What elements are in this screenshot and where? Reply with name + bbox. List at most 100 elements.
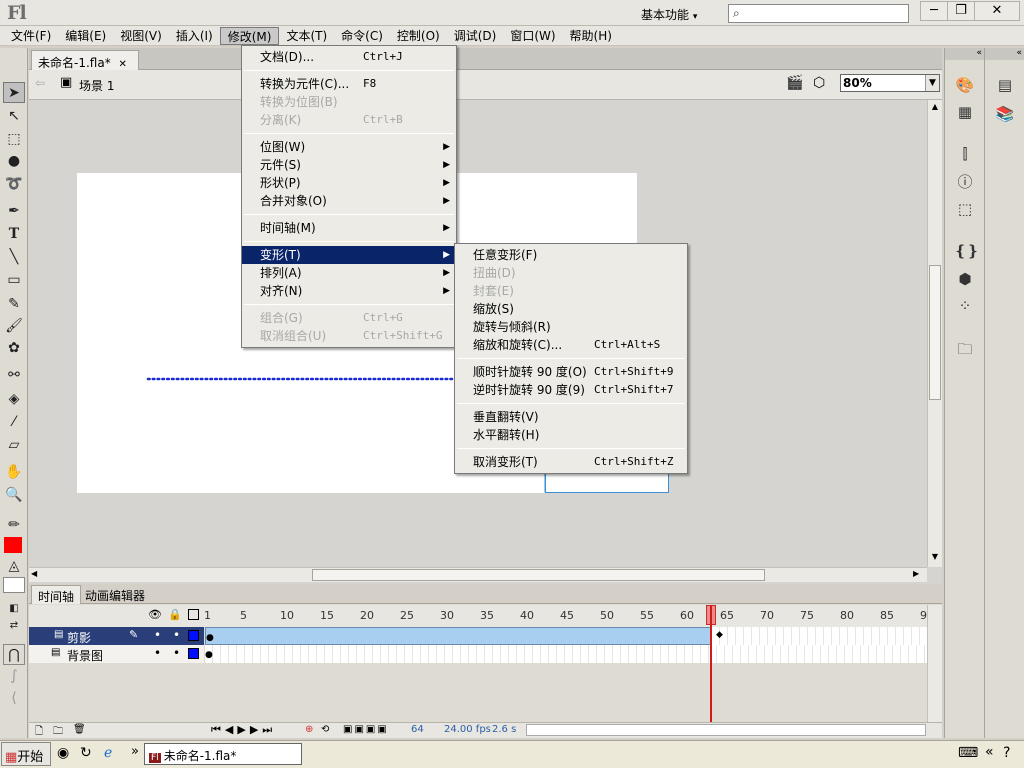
line-tool-icon[interactable]: ╲ bbox=[3, 247, 25, 268]
menu-modify[interactable]: 修改(M) bbox=[219, 26, 280, 45]
fill-color-icon[interactable]: ◬ bbox=[3, 556, 25, 577]
timeline-hscroll[interactable] bbox=[526, 724, 926, 736]
playhead[interactable] bbox=[710, 605, 712, 723]
taskbar-flash-item[interactable]: Fl 未命名-1.fla* bbox=[144, 743, 302, 765]
hand-tool-icon[interactable]: ✋ bbox=[3, 462, 25, 483]
transform-menu-item[interactable]: 顺时针旋转 90 度(O) Ctrl+Shift+9 bbox=[455, 363, 687, 381]
scroll-left-icon[interactable]: ◀ bbox=[31, 569, 43, 581]
menu-insert[interactable]: 插入(I) bbox=[169, 27, 220, 45]
rectangle-tool-icon[interactable]: ▭ bbox=[3, 270, 25, 291]
layer-color-swatch[interactable] bbox=[188, 630, 199, 641]
new-layer-icon[interactable]: 🗋 bbox=[35, 724, 43, 741]
layer-row-silhouette[interactable]: ▤ 剪影 ✎ • • bbox=[29, 627, 204, 645]
text-tool-icon[interactable]: T bbox=[3, 224, 25, 245]
components-panel-icon[interactable]: ⬢ bbox=[954, 268, 976, 290]
minimize-button[interactable]: ─ bbox=[920, 1, 948, 21]
menu-file[interactable]: 文件(F) bbox=[4, 27, 58, 45]
tab-timeline[interactable]: 时间轴 bbox=[31, 585, 82, 604]
transform-menu-item[interactable]: 任意变形(F) bbox=[455, 246, 687, 264]
lock-dot[interactable]: • bbox=[173, 646, 180, 660]
scroll-up-icon[interactable]: ▲ bbox=[929, 102, 941, 114]
keyboard-icon[interactable]: ⌨ bbox=[958, 745, 978, 761]
modify-menu-item[interactable]: 合并对象(O) ▶ bbox=[242, 192, 456, 210]
fill-color-swatch[interactable] bbox=[4, 537, 22, 553]
pen-tool-icon[interactable]: ✒ bbox=[3, 201, 25, 222]
modify-menu-item[interactable]: 时间轴(M) ▶ bbox=[242, 219, 456, 237]
transform-menu-item[interactable]: 缩放和旋转(C)... Ctrl+Alt+S bbox=[455, 336, 687, 354]
scroll-down-icon[interactable]: ▼ bbox=[929, 552, 941, 564]
layer-name[interactable]: 背景图 bbox=[67, 647, 103, 664]
edit-symbols-icon[interactable]: ⬡ bbox=[813, 75, 825, 91]
media-player-icon[interactable]: ◉ bbox=[57, 745, 69, 761]
layer-row-background[interactable]: ▤ 背景图 • • bbox=[29, 645, 204, 663]
transform-menu-item[interactable]: 垂直翻转(V) bbox=[455, 408, 687, 426]
loop-icon[interactable]: ⟲ bbox=[321, 724, 329, 735]
brush-tool-icon[interactable]: 🖌 bbox=[3, 316, 25, 337]
subselection-tool-icon[interactable]: ↖ bbox=[3, 106, 25, 127]
free-transform-tool-icon[interactable]: ⬚ bbox=[3, 129, 25, 150]
scroll-right-icon[interactable]: ▶ bbox=[913, 569, 925, 581]
timeline-vscroll[interactable] bbox=[927, 605, 942, 722]
eraser-tool-icon[interactable]: ▱ bbox=[3, 435, 25, 456]
menu-control[interactable]: 控制(O) bbox=[390, 27, 447, 45]
visibility-dot[interactable]: • bbox=[154, 628, 161, 642]
modify-menu-item[interactable]: 排列(A) ▶ bbox=[242, 264, 456, 282]
chevron-right-icon[interactable]: » bbox=[131, 744, 139, 759]
elapsed-time[interactable]: 2.6 s bbox=[492, 724, 516, 735]
visibility-dot[interactable]: • bbox=[154, 646, 161, 660]
restore-button[interactable]: ❐ bbox=[947, 1, 975, 21]
library-panel-icon[interactable]: 📚 bbox=[994, 103, 1016, 125]
zoom-dropdown-icon[interactable]: ▼ bbox=[925, 75, 939, 91]
modify-menu-item[interactable]: 转换为元件(C)... F8 bbox=[242, 75, 456, 93]
deco-tool-icon[interactable]: ✿ bbox=[3, 338, 25, 359]
tween-span[interactable]: ● bbox=[205, 627, 712, 645]
zoom-select[interactable]: 80% ▼ bbox=[840, 74, 940, 92]
modify-menu-item[interactable]: 位图(W) ▶ bbox=[242, 138, 456, 156]
transform-menu-item[interactable]: 取消变形(T) Ctrl+Shift+Z bbox=[455, 453, 687, 471]
menu-text[interactable]: 文本(T) bbox=[279, 27, 334, 45]
motion-presets-icon[interactable]: ⁘ bbox=[954, 295, 976, 317]
ie-icon[interactable]: ℯ bbox=[104, 745, 112, 761]
empty-frames-row-1[interactable]: ◆ bbox=[712, 627, 927, 645]
close-tab-icon[interactable]: ✕ bbox=[119, 59, 127, 70]
quick-launch-icon[interactable]: ↻ bbox=[80, 745, 92, 761]
document-tab[interactable]: 未命名-1.fla* ✕ bbox=[31, 50, 139, 70]
new-folder-icon[interactable]: 🗀 bbox=[53, 724, 63, 741]
horizontal-scrollbar[interactable]: ◀ ▶ bbox=[29, 567, 927, 582]
3d-rotation-tool-icon[interactable]: ● bbox=[3, 151, 25, 172]
center-frame-icon[interactable]: ⊕ bbox=[305, 724, 313, 735]
tray-help-icon[interactable]: ? bbox=[1003, 745, 1010, 761]
menu-debug[interactable]: 调试(D) bbox=[447, 27, 504, 45]
menu-help[interactable]: 帮助(H) bbox=[563, 27, 619, 45]
eye-icon[interactable]: 👁 bbox=[148, 608, 162, 621]
lasso-tool-icon[interactable]: ➰ bbox=[3, 174, 25, 195]
pencil-tool-icon[interactable]: ✎ bbox=[3, 294, 25, 315]
lock-dot[interactable]: • bbox=[173, 628, 180, 642]
modify-menu-item[interactable]: 对齐(N) ▶ bbox=[242, 282, 456, 300]
menu-commands[interactable]: 命令(C) bbox=[334, 27, 390, 45]
expand-tray-icon[interactable]: « bbox=[985, 744, 994, 760]
lock-icon[interactable]: 🔒 bbox=[168, 608, 182, 621]
bone-tool-icon[interactable]: ⚯ bbox=[3, 365, 25, 386]
modify-menu-item[interactable]: 文档(D)... Ctrl+J bbox=[242, 48, 456, 66]
transform-menu-item[interactable]: 水平翻转(H) bbox=[455, 426, 687, 444]
current-frame[interactable]: 64 bbox=[411, 724, 424, 735]
frames-row-2[interactable]: ● bbox=[205, 645, 927, 663]
close-button[interactable]: ✕ bbox=[974, 1, 1020, 21]
eyedropper-tool-icon[interactable]: ⁄ bbox=[3, 412, 25, 433]
project-panel-icon[interactable]: 🗀 bbox=[954, 338, 976, 360]
delete-layer-icon[interactable]: 🗑 bbox=[73, 724, 86, 735]
straighten-icon[interactable]: ⟨ bbox=[3, 688, 25, 709]
transform-menu-item[interactable]: 旋转与倾斜(R) bbox=[455, 318, 687, 336]
tab-motion-editor[interactable]: 动画编辑器 bbox=[79, 585, 151, 604]
layer-name[interactable]: 剪影 bbox=[67, 629, 91, 646]
outline-icon[interactable] bbox=[188, 609, 199, 620]
scene-label[interactable]: 场景 1 bbox=[79, 77, 114, 94]
back-arrow-icon[interactable]: ⇦ bbox=[35, 76, 45, 90]
start-button[interactable]: ▦开始 bbox=[1, 742, 51, 766]
transform-panel-icon[interactable]: ⬚ bbox=[954, 198, 976, 220]
stroke-color-icon[interactable]: ✏ bbox=[3, 515, 25, 536]
smooth-icon[interactable]: ∫ bbox=[3, 666, 25, 687]
menu-edit[interactable]: 编辑(E) bbox=[58, 27, 113, 45]
swatches-panel-icon[interactable]: ▦ bbox=[954, 101, 976, 123]
